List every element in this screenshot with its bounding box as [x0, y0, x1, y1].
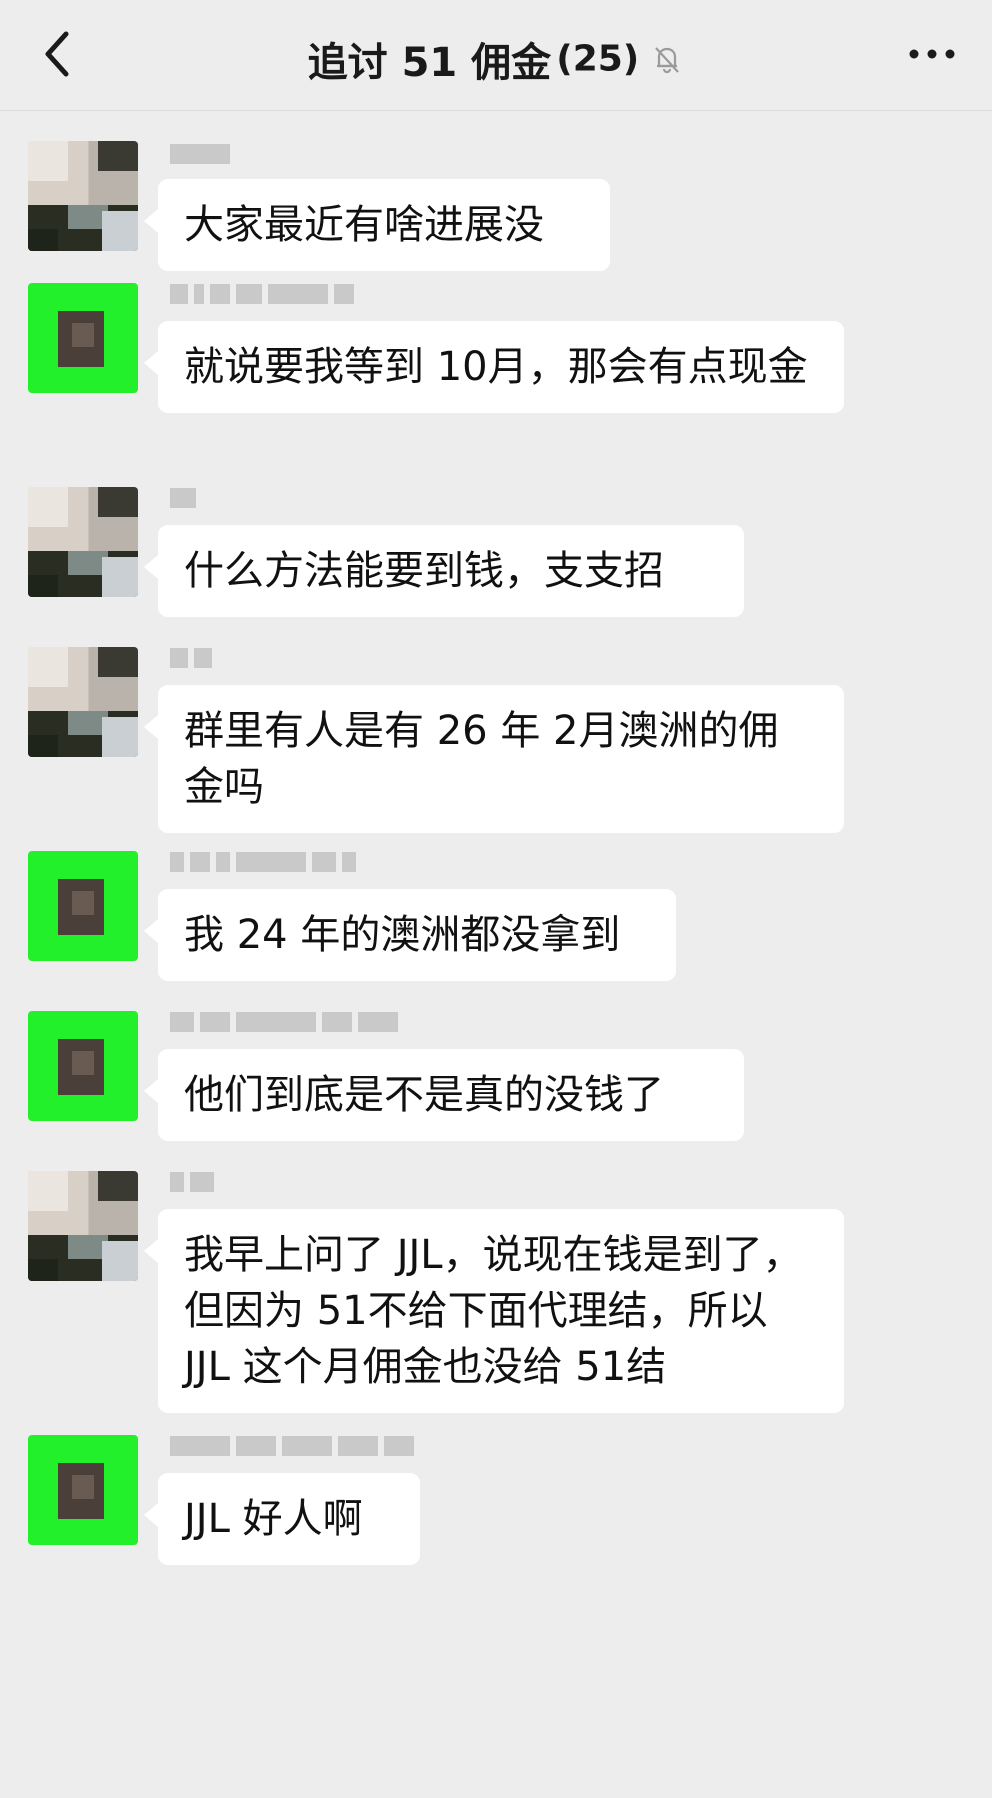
message-bubble[interactable]: 大家最近有啥进展没: [144, 179, 610, 271]
sender-name-blurred: [170, 647, 218, 673]
avatar[interactable]: [28, 1435, 138, 1545]
bell-off-icon: [655, 47, 680, 74]
message-bubble[interactable]: JJL 好人啊: [144, 1473, 420, 1565]
avatar[interactable]: [28, 141, 138, 251]
sender-name-blurred: [170, 487, 202, 513]
message-bubble[interactable]: 他们到底是不是真的没钱了: [144, 1049, 744, 1141]
message-bubble[interactable]: 我 24 年的澳洲都没拿到: [144, 889, 676, 981]
sender-name-blurred: [170, 1171, 220, 1197]
message-bubble[interactable]: 群里有人是有 26 年 2月澳洲的佣金吗: [144, 685, 844, 833]
message-bubble[interactable]: 我早上问了 JJL，说现在钱是到了，但因为 51不给下面代理结，所以 JJL 这…: [144, 1209, 844, 1413]
chat-message-list[interactable]: 大家最近有啥进展没 就说要我等到 10月，那会有点现金 什么方法能要到钱，支支招…: [0, 111, 992, 1798]
sender-name-blurred: [170, 143, 236, 169]
more-dots-icon: [909, 49, 955, 59]
avatar[interactable]: [28, 851, 138, 961]
message-bubble[interactable]: 就说要我等到 10月，那会有点现金: [144, 321, 844, 413]
avatar[interactable]: [28, 283, 138, 393]
avatar[interactable]: [28, 1171, 138, 1281]
chat-title: 追讨 51 佣金: [307, 40, 552, 86]
chat-title-area: 追讨 51 佣金 (25): [0, 30, 992, 88]
sender-name-blurred: [170, 1435, 420, 1461]
avatar[interactable]: [28, 1011, 138, 1121]
sender-name-blurred: [170, 283, 360, 309]
avatar[interactable]: [28, 487, 138, 597]
sender-name-blurred: [170, 851, 362, 877]
sender-name-blurred: [170, 1011, 404, 1037]
top-navigation-bar: 追讨 51 佣金 (25): [0, 0, 992, 111]
message-bubble[interactable]: 什么方法能要到钱，支支招: [144, 525, 744, 617]
avatar[interactable]: [28, 647, 138, 757]
member-count: (25): [556, 38, 640, 80]
more-options-button[interactable]: [902, 34, 962, 74]
